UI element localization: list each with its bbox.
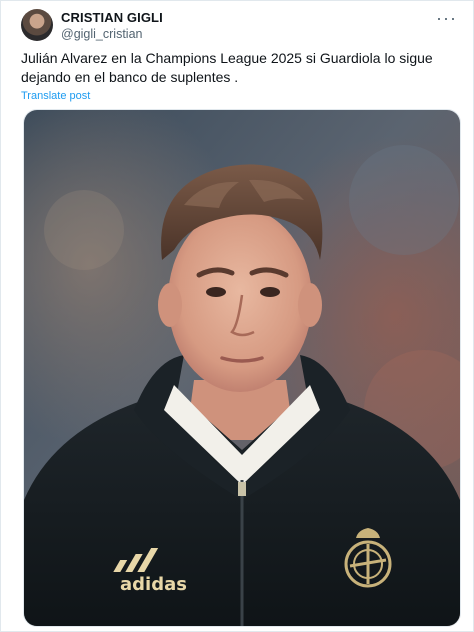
avatar[interactable]	[21, 9, 53, 41]
player-photo: adidas	[24, 110, 460, 626]
more-horizontal-icon[interactable]: ···	[436, 8, 457, 29]
translate-post-link[interactable]: Translate post	[21, 90, 90, 102]
author-handle[interactable]: @gigli_cristian	[61, 27, 142, 41]
post-card: CRISTIAN GIGLI @gigli_cristian ··· Juliá…	[0, 0, 474, 632]
post-image[interactable]: adidas	[23, 109, 461, 627]
author-name[interactable]: CRISTIAN GIGLI	[61, 10, 163, 25]
svg-text:adidas: adidas	[120, 574, 187, 595]
post-text: Julián Alvarez en la Champions League 20…	[21, 50, 433, 85]
post-header: CRISTIAN GIGLI @gigli_cristian ···	[21, 8, 461, 41]
